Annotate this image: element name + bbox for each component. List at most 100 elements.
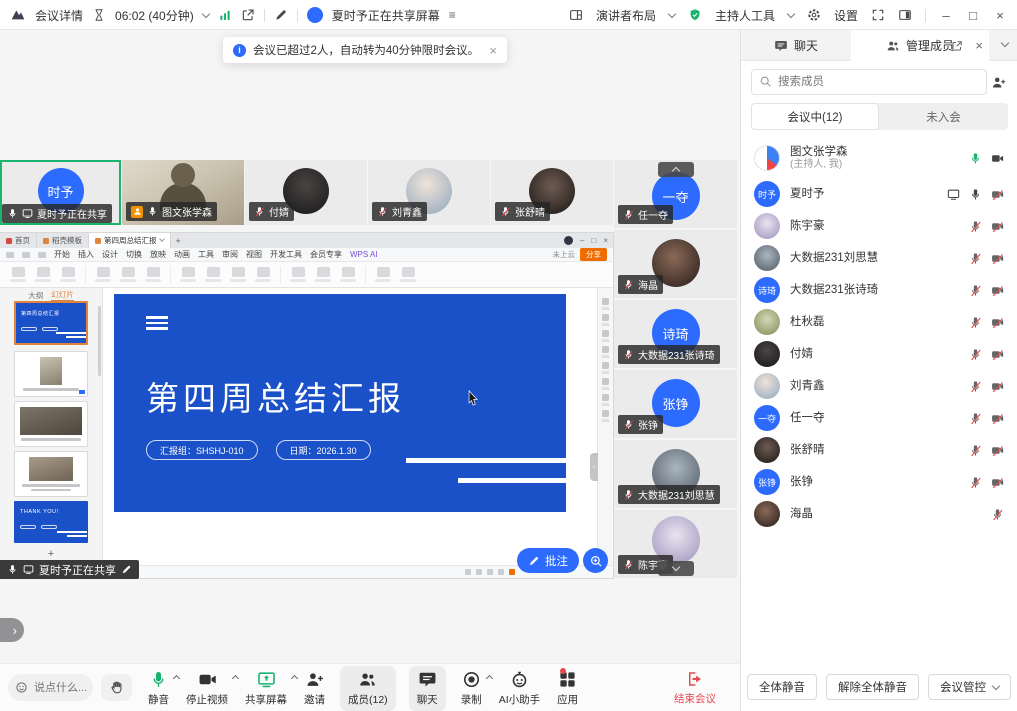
camera-off-icon[interactable] [991, 476, 1004, 489]
video-thumb-sharer[interactable]: 时予 夏时予正在共享 [0, 160, 121, 225]
wps-ribbon-tool[interactable] [120, 267, 136, 282]
camera-off-icon[interactable] [991, 380, 1004, 393]
wps-menu-item[interactable]: 开发工具 [270, 249, 302, 260]
mic-muted-icon[interactable] [969, 284, 982, 297]
screen-share-icon[interactable] [947, 188, 960, 201]
member-row[interactable]: 大数据231刘思慧 [741, 242, 1017, 274]
fullscreen-icon[interactable] [871, 8, 885, 22]
record-button[interactable]: 录制 [461, 670, 482, 707]
member-row[interactable]: 张铮 张铮 [741, 466, 1017, 498]
mic-muted-icon[interactable] [969, 412, 982, 425]
wps-menu-item[interactable]: 开始 [54, 249, 70, 260]
camera-off-icon[interactable] [991, 348, 1004, 361]
camera-off-icon[interactable] [991, 412, 1004, 425]
wps-ribbon-tool[interactable] [255, 267, 271, 282]
mic-muted-icon[interactable] [969, 220, 982, 233]
expand-sidebar-arrow[interactable]: › [0, 618, 24, 642]
wps-ribbon-tool[interactable] [290, 267, 306, 282]
meeting-timer[interactable]: 06:02 (40分钟) [115, 7, 194, 24]
unmute-all-button[interactable]: 解除全体静音 [826, 674, 919, 700]
wps-side-tool[interactable] [602, 410, 609, 417]
meeting-details-button[interactable]: 会议详情 [35, 7, 83, 24]
video-thumb[interactable]: 付婧 [245, 160, 367, 225]
wps-ribbon-tool[interactable] [60, 267, 76, 282]
ai-assistant-button[interactable]: AI小助手 [499, 670, 540, 707]
member-row[interactable]: 一夺 任一夺 [741, 402, 1017, 434]
wps-ribbon-tool[interactable] [180, 267, 196, 282]
member-row[interactable]: 时予 夏时予 [741, 178, 1017, 210]
mic-icon[interactable] [969, 152, 982, 165]
wps-menu-item[interactable]: 动画 [174, 249, 190, 260]
share-screen-button[interactable]: 共享屏幕 [245, 670, 287, 707]
wps-side-tool[interactable] [602, 314, 609, 321]
wps-share-button[interactable]: 分享 [580, 248, 607, 261]
video-thumb[interactable]: 刘青鑫 [368, 160, 490, 225]
mic-muted-icon[interactable] [991, 508, 1004, 521]
wps-status-tool[interactable] [498, 569, 504, 575]
wps-side-tool[interactable] [602, 298, 609, 305]
wps-close-button[interactable]: × [603, 236, 608, 245]
video-thumb[interactable]: 张舒晴 [491, 160, 613, 225]
camera-off-icon[interactable] [991, 444, 1004, 457]
camera-icon[interactable] [991, 152, 1004, 165]
slide-thumb-5[interactable]: 5 THANK YOU! [14, 501, 88, 543]
tab-not-joined[interactable]: 未入会 [879, 103, 1008, 130]
wps-save-icon[interactable] [22, 252, 30, 258]
tab-chat[interactable]: 聊天 [741, 30, 851, 61]
mic-icon[interactable] [969, 188, 982, 201]
host-tools-button[interactable]: 主持人工具 [715, 7, 775, 24]
wps-side-tool[interactable] [602, 394, 609, 401]
wps-ribbon-tool[interactable] [205, 267, 221, 282]
close-panel-icon[interactable]: × [975, 38, 983, 53]
wps-new-tab-button[interactable]: + [171, 236, 186, 246]
wps-tab-active[interactable]: 第四周总结汇报 [89, 233, 171, 248]
settings-gear-icon[interactable] [807, 8, 821, 22]
meeting-control-button[interactable]: 会议管控 [928, 674, 1011, 700]
banner-close-icon[interactable]: × [489, 43, 497, 58]
apps-button[interactable]: 应用 [557, 670, 578, 707]
wps-status-tool[interactable] [465, 569, 471, 575]
slide-thumb-3[interactable]: 3 [14, 401, 88, 447]
minimize-button[interactable]: – [939, 8, 953, 23]
video-thumb[interactable]: 陈宇豪 [614, 510, 737, 578]
annotation-pen-icon[interactable] [274, 8, 288, 22]
wps-outline-tab[interactable]: 大纲 [28, 290, 43, 301]
annotate-button[interactable]: 批注 [517, 548, 579, 573]
wps-ribbon-tool[interactable] [230, 267, 246, 282]
wps-menu-item[interactable]: 插入 [78, 249, 94, 260]
wps-side-tool[interactable] [602, 378, 609, 385]
video-thumb[interactable]: 诗琦 大数据231张诗琦 [614, 300, 737, 368]
add-member-button[interactable] [985, 69, 1011, 95]
wps-minimize-button[interactable]: – [580, 236, 584, 245]
mic-options-chevron-icon[interactable] [173, 674, 180, 681]
magnify-button[interactable] [583, 548, 608, 573]
member-row[interactable]: 图文张学森(主持人, 我) [741, 138, 1017, 178]
wps-slide-panel-scrollbar[interactable] [98, 306, 101, 376]
maximize-button[interactable]: □ [966, 8, 980, 23]
search-members-input[interactable] [751, 69, 987, 95]
members-button[interactable]: 成员(12) [340, 666, 396, 711]
video-thumb[interactable]: 张铮 张铮 [614, 370, 737, 438]
mic-muted-icon[interactable] [969, 444, 982, 457]
member-row[interactable]: 张舒晴 [741, 434, 1017, 466]
wps-menu-item[interactable]: 审阅 [222, 249, 238, 260]
wps-file-icon[interactable] [6, 252, 14, 258]
timer-chevron-icon[interactable] [201, 9, 209, 17]
video-thumb[interactable]: 海晶 [614, 230, 737, 298]
popout-panel-icon[interactable] [951, 40, 963, 52]
layout-button[interactable]: 演讲者布局 [596, 7, 656, 24]
mute-button[interactable]: 静音 [148, 670, 169, 707]
wps-ribbon-tool[interactable] [315, 267, 331, 282]
wps-status-tool[interactable] [476, 569, 482, 575]
wps-menu-item[interactable]: 视图 [246, 249, 262, 260]
mic-muted-icon[interactable] [969, 252, 982, 265]
tab-in-meeting[interactable]: 会议中(12) [751, 103, 879, 130]
wps-undo-icon[interactable] [38, 252, 46, 258]
member-row[interactable]: 杜秋磊 [741, 306, 1017, 338]
camera-off-icon[interactable] [991, 252, 1004, 265]
camera-off-icon[interactable] [991, 220, 1004, 233]
wps-menu-item-ai[interactable]: WPS AI [350, 250, 378, 259]
expand-thumbs-button[interactable] [658, 561, 694, 576]
collapse-panel-chevron-icon[interactable] [1001, 39, 1009, 47]
mic-muted-icon[interactable] [969, 380, 982, 393]
